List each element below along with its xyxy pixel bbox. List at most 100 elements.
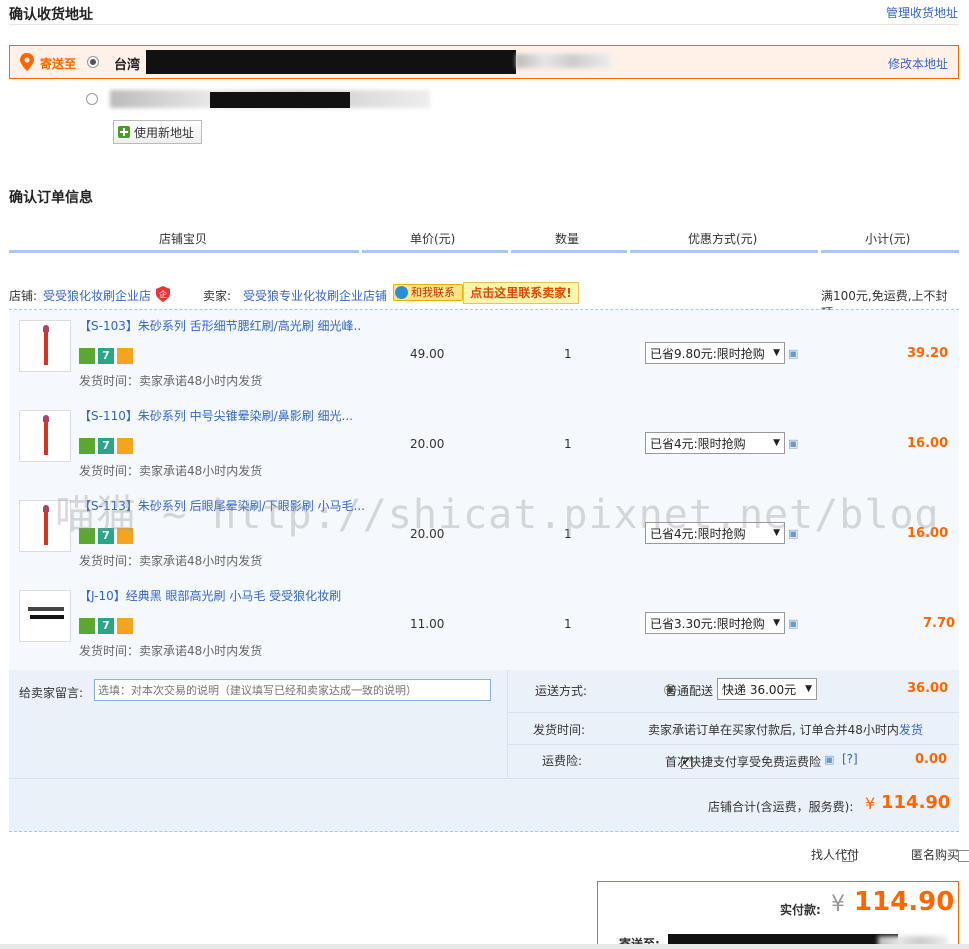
brush-head bbox=[43, 325, 49, 332]
quantity: 1 bbox=[564, 527, 572, 541]
ship-time-text: 发货时间：卖家承诺48小时内发货 bbox=[79, 374, 263, 388]
shipping-select-value: 快递 36.00元 bbox=[722, 682, 797, 697]
product-thumbnail[interactable] bbox=[19, 590, 71, 642]
panel-divider bbox=[507, 744, 959, 745]
seven-day-return-icon: 7 bbox=[98, 528, 114, 544]
credit-card-icon bbox=[117, 528, 133, 544]
guarantee-icon bbox=[79, 528, 95, 544]
quantity: 1 bbox=[564, 437, 572, 451]
bottom-edge bbox=[0, 944, 969, 949]
product-title-link[interactable]: 【S-113】朱砂系列 后眼尾晕染刷/下眼影刷 小马毛... bbox=[79, 497, 365, 514]
divider bbox=[9, 24, 959, 25]
product-thumbnail[interactable] bbox=[19, 320, 71, 372]
product-thumbnail[interactable] bbox=[19, 500, 71, 552]
insurance-text: 首次快捷支付享受免费运费险 bbox=[665, 755, 822, 769]
selected-address-row[interactable]: 寄送至 台湾 修改本地址 bbox=[9, 45, 959, 79]
header-underline bbox=[362, 250, 508, 253]
credit-card-icon bbox=[117, 348, 133, 364]
promo-select[interactable]: 已省4元:限时抢购 ▼ bbox=[645, 432, 785, 454]
unit-price: 49.00 bbox=[410, 347, 445, 361]
service-icons: 7 bbox=[79, 528, 136, 544]
payment-summary-box: 实付款: ¥ 114.90 寄送至: bbox=[597, 881, 959, 949]
ship-time-text: 发货时间：卖家承诺48小时内发货 bbox=[79, 554, 263, 568]
promo-select-value: 已省3.30元:限时抢购 bbox=[650, 616, 765, 631]
product-title-link[interactable]: 【J-10】经典黑 眼部高光刷 小马毛 受受狼化妆刷 bbox=[79, 587, 341, 604]
header-underline bbox=[630, 250, 818, 253]
list-item: 【S-113】朱砂系列 后眼尾晕染刷/下眼影刷 小马毛... 7 发货时间：卖家… bbox=[9, 490, 959, 580]
payment-currency: ¥ bbox=[831, 892, 845, 917]
shop-label: 店铺: bbox=[9, 289, 38, 303]
promo-select[interactable]: 已省3.30元:限时抢购 ▼ bbox=[645, 612, 785, 634]
ship-time-desc: 卖家承诺订单在买家付款后, 订单合并48小时内 bbox=[648, 723, 899, 737]
product-title-link[interactable]: 【S-103】朱砂系列 舌形细节腮红刷/高光刷 细光峰.. bbox=[79, 317, 361, 334]
seller-label: 卖家: bbox=[203, 289, 232, 303]
plus-icon bbox=[118, 126, 130, 138]
edit-address-link[interactable]: 修改本地址 bbox=[888, 55, 948, 72]
insurance-help-link[interactable]: [?] bbox=[842, 752, 858, 766]
shipping-cost: 36.00 bbox=[907, 681, 949, 696]
promo-select[interactable]: 已省9.80元:限时抢购 ▼ bbox=[645, 342, 785, 364]
address-prefix: 台湾 bbox=[114, 58, 141, 73]
address-radio-selected[interactable] bbox=[87, 56, 99, 68]
use-new-address-button[interactable]: 使用新地址 bbox=[113, 120, 202, 144]
ship-time-text: 发货时间：卖家承诺48小时内发货 bbox=[79, 464, 263, 478]
shipping-method-label: 运送方式: bbox=[535, 684, 588, 698]
comment-icon[interactable]: ▣ bbox=[788, 617, 798, 630]
panel-bottom-divider bbox=[9, 831, 959, 832]
unit-price: 20.00 bbox=[410, 527, 445, 541]
header-underline bbox=[9, 250, 359, 253]
brush-handle bbox=[30, 615, 64, 619]
service-icons: 7 bbox=[79, 348, 136, 364]
quantity: 1 bbox=[564, 617, 572, 631]
table-header: 店铺宝贝 单价(元) 数量 优惠方式(元) 小计(元) bbox=[9, 230, 959, 252]
promo-select-value: 已省4元:限时抢购 bbox=[650, 436, 746, 451]
shop-total-label: 店铺合计(含运费，服务费): bbox=[708, 800, 854, 814]
anonymous-checkbox[interactable] bbox=[958, 849, 969, 862]
col-header-item: 店铺宝贝 bbox=[159, 232, 208, 246]
item-subtotal: 7.70 bbox=[923, 616, 956, 631]
comment-icon[interactable]: ▣ bbox=[788, 437, 798, 450]
product-thumbnail[interactable] bbox=[19, 410, 71, 462]
insurance-label: 运费险: bbox=[542, 754, 583, 768]
promo-select-value: 已省4元:限时抢购 bbox=[650, 526, 746, 541]
ship-time-link[interactable]: 发货 bbox=[899, 723, 923, 737]
chat-label: 和我联系 bbox=[411, 286, 455, 299]
shop-name-link[interactable]: 受受狼化妆刷企业店 bbox=[43, 287, 151, 304]
shipping-option-label: 普通配送 bbox=[665, 684, 714, 698]
comment-icon[interactable]: ▣ bbox=[824, 753, 834, 766]
credit-card-icon bbox=[117, 438, 133, 454]
seven-day-return-icon: 7 bbox=[98, 348, 114, 364]
chat-icon bbox=[395, 286, 408, 299]
shop-total-currency: ¥ bbox=[865, 794, 876, 813]
service-icons: 7 bbox=[79, 618, 136, 634]
comment-icon[interactable]: ▣ bbox=[788, 347, 798, 360]
chevron-down-icon: ▼ bbox=[773, 618, 780, 628]
credit-card-icon bbox=[117, 618, 133, 634]
proxy-pay-label: 找人代付 bbox=[811, 848, 860, 862]
chat-button[interactable]: 和我联系 bbox=[393, 284, 463, 301]
promo-select-value: 已省9.80元:限时抢购 bbox=[650, 346, 765, 361]
panel-divider bbox=[507, 712, 959, 713]
manage-address-link[interactable]: 管理收货地址 bbox=[886, 4, 958, 21]
brush-label bbox=[28, 607, 64, 611]
new-address-label: 使用新地址 bbox=[134, 125, 195, 140]
contact-seller-button[interactable]: 点击这里联系卖家! bbox=[463, 282, 579, 304]
address-radio-alt[interactable] bbox=[86, 93, 98, 105]
product-title-link[interactable]: 【S-110】朱砂系列 中号尖锥晕染刷/鼻影刷 细光... bbox=[79, 407, 353, 424]
order-section-title: 确认订单信息 bbox=[9, 190, 93, 206]
ship-time-text: 卖家承诺订单在买家付款后, 订单合并48小时内发货 bbox=[648, 721, 923, 738]
guarantee-icon bbox=[79, 348, 95, 364]
enterprise-badge-icon: 企 bbox=[156, 286, 170, 302]
seller-name-link[interactable]: 受受狼专业化妆刷企业店铺 bbox=[243, 287, 387, 304]
message-label: 给卖家留言: bbox=[19, 686, 84, 700]
shipping-method-select[interactable]: 快递 36.00元 ▼ bbox=[717, 678, 817, 700]
brush-handle bbox=[44, 329, 48, 365]
service-icons: 7 bbox=[79, 438, 136, 454]
col-header-price: 单价(元) bbox=[410, 232, 456, 246]
seller-message-input[interactable] bbox=[94, 679, 491, 701]
promo-select[interactable]: 已省4元:限时抢购 ▼ bbox=[645, 522, 785, 544]
insurance-cost: 0.00 bbox=[915, 752, 948, 767]
col-header-qty: 数量 bbox=[555, 232, 580, 246]
redacted-address-alt bbox=[210, 92, 350, 108]
comment-icon[interactable]: ▣ bbox=[788, 527, 798, 540]
